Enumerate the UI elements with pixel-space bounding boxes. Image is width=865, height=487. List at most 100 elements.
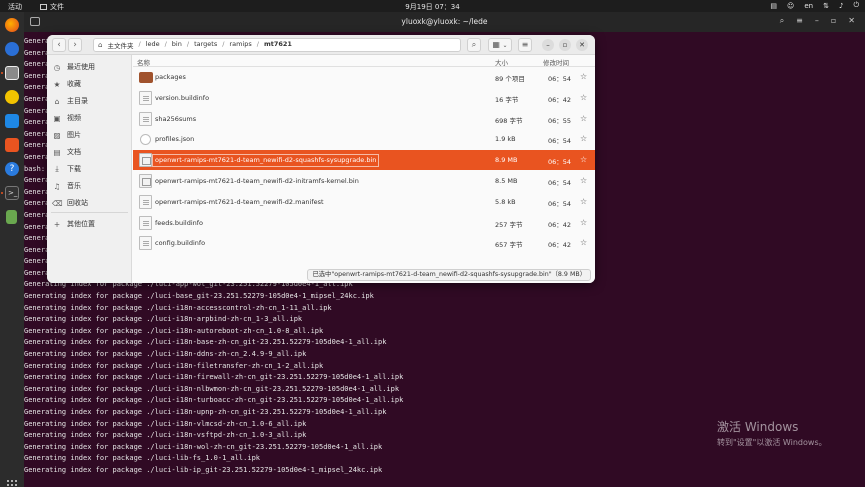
file-row[interactable]: openwrt-ramips-mt7621-d-team_newifi-d2-s… (133, 150, 595, 171)
file-size: 657 字节 (495, 241, 523, 250)
files-icon[interactable] (5, 66, 19, 80)
file-row[interactable]: sha256sums 698 字节 06：55 ☆ (133, 109, 595, 129)
file-row[interactable]: packages 89 个项目 06：54 ☆ (133, 67, 595, 87)
maximize-icon[interactable]: ▫ (831, 16, 836, 26)
thunderbird-icon[interactable] (5, 42, 19, 56)
software-center-icon[interactable] (5, 138, 19, 152)
terminal-line: Generating index for package ./luci-i18n… (24, 361, 324, 370)
file-name: openwrt-ramips-mt7621-d-team_newifi-d2-s… (151, 154, 380, 168)
sidebar-item-label: 收藏 (67, 80, 81, 88)
column-name[interactable]: 名称 (137, 57, 150, 67)
show-apps-icon[interactable] (6, 479, 18, 487)
dock: ? >_ (0, 12, 24, 487)
sidebar-item[interactable]: ▨ 图片 (47, 128, 132, 142)
writer-icon[interactable] (5, 114, 19, 128)
file-modified: 06：42 (548, 220, 572, 229)
power-icon[interactable]: ⏻ (853, 1, 859, 10)
star-icon[interactable]: ☆ (580, 93, 587, 102)
path-bar[interactable]: ⌂ 主文件夹 / lede / bin / targets / ramips / mt7621 (93, 38, 461, 52)
accessibility-icon[interactable]: ☺ (787, 2, 794, 10)
view-toggle-button[interactable]: ▦ ⌄ (488, 38, 512, 52)
star-icon[interactable]: ☆ (580, 197, 587, 206)
star-icon[interactable]: ☆ (580, 176, 587, 185)
active-indicator (1, 192, 3, 194)
maximize-icon: ▫ (562, 41, 568, 49)
sidebar-item-label: 图片 (67, 131, 81, 139)
file-size: 5.8 kB (495, 197, 516, 206)
chevron-right-icon: › (73, 40, 77, 50)
firefox-icon[interactable] (5, 18, 19, 32)
sidebar-item[interactable]: ▣ 视频 (47, 111, 132, 125)
volume-icon[interactable]: ♪ (839, 2, 843, 10)
chevron-left-icon: ‹ (57, 40, 61, 50)
chevron-down-icon: ⌄ (502, 42, 508, 49)
maximize-button[interactable]: ▫ (559, 39, 571, 51)
clock[interactable]: 9月19日 07：34 (0, 2, 865, 12)
file-row[interactable]: profiles.json 1.9 kB 06：54 ☆ (133, 129, 595, 149)
minimize-icon[interactable]: – (815, 16, 819, 26)
file-row[interactable]: config.buildinfo 657 字节 06：42 ☆ (133, 233, 595, 253)
terminal-line: Generating index for package ./luci-i18n… (24, 396, 404, 405)
json-file-icon (140, 134, 151, 146)
top-bar: 活动 文件 9月19日 07：34 ▤ ☺ en ⇅ ♪ ⏻ (0, 0, 865, 12)
text-file-icon (139, 236, 152, 251)
keyboard-icon[interactable]: ▤ (770, 2, 777, 10)
sidebar-item[interactable]: ★ 收藏 (47, 77, 132, 91)
terminal-icon[interactable]: >_ (5, 186, 19, 200)
path-segment[interactable]: 主文件夹 (102, 40, 138, 50)
file-size: 1.9 kB (495, 135, 516, 144)
trash-dock-icon[interactable] (6, 210, 17, 224)
path-segment[interactable]: targets (189, 40, 222, 50)
file-row[interactable]: feeds.buildinfo 257 字节 06：42 ☆ (133, 213, 595, 233)
search-icon[interactable]: ⌕ (780, 16, 784, 26)
sidebar-item[interactable]: ▤ 文档 (47, 145, 132, 159)
sidebar-item[interactable]: ⌂ 主目录 (47, 94, 132, 108)
sidebar-item[interactable]: + 其他位置 (47, 217, 132, 231)
star-icon[interactable]: ☆ (580, 134, 587, 143)
minimize-button[interactable]: – (542, 39, 554, 51)
back-button[interactable]: ‹ (52, 38, 66, 52)
file-manager-window[interactable]: ‹ › ⌂ 主文件夹 / lede / bin / targets / ramips / mt762… (47, 35, 595, 283)
star-icon[interactable]: ☆ (580, 218, 587, 227)
trash-icon: ⌫ (52, 198, 63, 208)
sidebar-item[interactable]: ♫ 音乐 (47, 179, 132, 193)
network-icon[interactable]: ⇅ (823, 2, 829, 10)
star-icon[interactable]: ☆ (580, 155, 587, 164)
sidebar-item[interactable]: ⤓ 下载 (47, 162, 132, 176)
sidebar-item[interactable]: ⌫ 回收站 (47, 196, 132, 210)
clock-icon: ◷ (53, 62, 61, 72)
star-icon[interactable]: ☆ (580, 72, 587, 81)
file-modified: 06：54 (548, 75, 572, 83)
close-button[interactable]: ✕ (576, 39, 588, 51)
path-segment[interactable]: mt7621 (259, 40, 297, 50)
home-icon: ⌂ (54, 96, 60, 106)
path-segment[interactable]: ramips (224, 40, 256, 50)
terminal-line: Generating index for package ./luci-i18n… (24, 315, 303, 324)
watermark-subtitle: 转到"设置"以激活 Windows。 (717, 438, 827, 447)
file-name: openwrt-ramips-mt7621-d-team_newifi-d2-i… (155, 177, 359, 185)
search-button[interactable]: ⌕ (467, 38, 481, 52)
column-size[interactable]: 大小 (495, 57, 508, 67)
star-icon[interactable]: ☆ (580, 238, 587, 247)
sidebar-item[interactable]: ◷ 最近使用 (47, 60, 132, 74)
language-indicator[interactable]: en (804, 2, 813, 10)
forward-button[interactable]: › (68, 38, 82, 52)
sidebar-item-label: 下载 (67, 165, 81, 173)
sidebar-item-label: 视频 (67, 114, 81, 122)
plus-icon: + (53, 219, 61, 229)
menu-button[interactable]: ≡ (518, 38, 532, 52)
rhythmbox-icon[interactable] (5, 90, 19, 104)
terminal-line: Generating index for package ./luci-i18n… (24, 350, 307, 359)
menu-icon: ≡ (521, 40, 529, 49)
path-segment[interactable]: lede (141, 40, 165, 50)
file-row[interactable]: openwrt-ramips-mt7621-d-team_newifi-d2-i… (133, 171, 595, 191)
column-modified[interactable]: 修改时间 (543, 57, 569, 67)
menu-icon[interactable]: ≡ (796, 16, 803, 26)
star-icon[interactable]: ☆ (580, 114, 587, 123)
star-icon: ★ (53, 79, 61, 89)
close-icon[interactable]: ✕ (848, 16, 855, 26)
path-segment[interactable]: bin (167, 40, 187, 50)
file-row[interactable]: version.buildinfo 16 字节 06：42 ☆ (133, 88, 595, 108)
file-row[interactable]: openwrt-ramips-mt7621-d-team_newifi-d2.m… (133, 192, 595, 212)
help-icon[interactable]: ? (5, 162, 19, 176)
